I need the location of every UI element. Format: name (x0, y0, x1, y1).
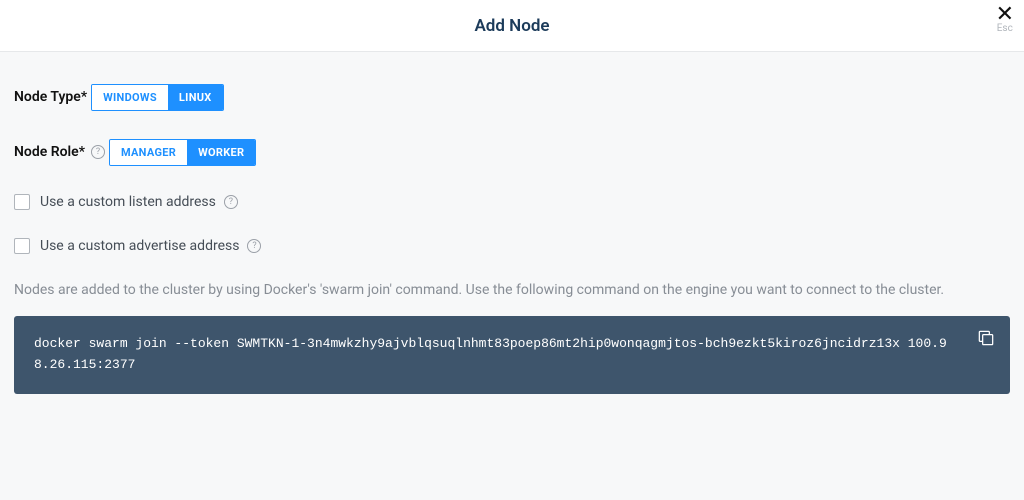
node-type-windows[interactable]: WINDOWS (92, 85, 168, 110)
node-type-label: Node Type* (14, 89, 87, 105)
node-type-field: Node Type* WINDOWS LINUX (14, 84, 1010, 115)
close-button[interactable]: ✕ Esc (996, 4, 1014, 34)
join-command-text: docker swarm join --token SWMTKN-1-3n4mw… (34, 334, 990, 376)
node-role-toggle: MANAGER WORKER (109, 139, 256, 166)
dialog-content: Node Type* WINDOWS LINUX Node Role* ? MA… (0, 52, 1024, 394)
help-icon[interactable]: ? (247, 239, 261, 253)
custom-advertise-label: Use a custom advertise address ? (40, 238, 261, 254)
copy-icon (976, 328, 996, 348)
custom-listen-checkbox[interactable] (14, 194, 30, 210)
node-role-label-text: Node Role* (14, 144, 85, 160)
node-role-field: Node Role* ? MANAGER WORKER (14, 139, 1010, 170)
custom-listen-row: Use a custom listen address ? (14, 194, 1010, 210)
node-role-worker[interactable]: WORKER (187, 140, 255, 165)
close-hint: Esc (996, 24, 1014, 34)
copy-button[interactable] (976, 328, 998, 350)
node-type-linux[interactable]: LINUX (168, 85, 223, 110)
custom-listen-label: Use a custom listen address ? (40, 194, 238, 210)
node-type-label-text: Node Type* (14, 89, 87, 105)
custom-advertise-row: Use a custom advertise address ? (14, 238, 1010, 254)
custom-advertise-checkbox[interactable] (14, 238, 30, 254)
join-command-block: docker swarm join --token SWMTKN-1-3n4mw… (14, 316, 1010, 394)
help-icon[interactable]: ? (224, 195, 238, 209)
node-role-manager[interactable]: MANAGER (110, 140, 187, 165)
custom-advertise-label-text: Use a custom advertise address (40, 238, 239, 254)
dialog-title: Add Node (474, 16, 549, 36)
node-type-toggle: WINDOWS LINUX (91, 84, 224, 111)
join-description: Nodes are added to the cluster by using … (14, 282, 1010, 298)
help-icon[interactable]: ? (91, 145, 105, 159)
dialog-header: Add Node ✕ Esc (0, 0, 1024, 52)
custom-listen-label-text: Use a custom listen address (40, 194, 216, 210)
node-role-label: Node Role* ? (14, 144, 105, 160)
